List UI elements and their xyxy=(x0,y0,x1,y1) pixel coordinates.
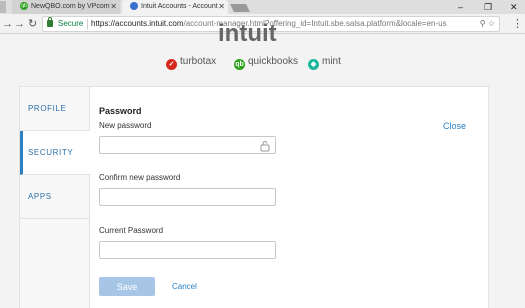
tab-strip: qb NewQBO.com by VPcom ✕ Intuit Accounts … xyxy=(0,0,525,14)
current-password-label: Current Password xyxy=(99,226,164,235)
intuit-logo: intuit xyxy=(218,20,277,47)
maximize-icon[interactable]: ❐ xyxy=(484,0,492,14)
reload-icon[interactable]: ↻ xyxy=(28,17,37,31)
new-password-label: New password xyxy=(99,121,152,130)
intuit-circle-icon xyxy=(130,2,138,11)
confirm-password-label: Confirm new password xyxy=(99,173,181,182)
sidebar-item-apps[interactable]: APPS xyxy=(20,175,90,219)
brand-strip: ✓ turbotax qb quickbooks ◆ mint xyxy=(0,56,525,70)
brand-quickbooks: qb quickbooks xyxy=(234,56,299,70)
divider xyxy=(87,19,88,29)
search-icon: ⚲ xyxy=(479,19,486,28)
chrome-menu-icon[interactable]: ⋮ xyxy=(512,17,523,30)
close-tab-icon[interactable]: ✕ xyxy=(110,0,117,14)
omnibox-actions[interactable]: ⚲ ☆ xyxy=(480,17,495,31)
back-arrow-icon[interactable]: → xyxy=(2,17,13,31)
cancel-link[interactable]: Cancel xyxy=(172,282,197,291)
quickbooks-icon: qb xyxy=(234,59,245,70)
tab-newqbo[interactable]: qb NewQBO.com by VPcom ✕ xyxy=(12,0,120,14)
qb-circle-icon: qb xyxy=(20,2,28,11)
confirm-password-input[interactable] xyxy=(99,188,276,206)
brand-turbotax: ✓ turbotax xyxy=(166,56,216,70)
sidebar: PROFILE SECURITY APPS xyxy=(20,87,91,308)
tab-label: Intuit Accounts - Account xyxy=(141,3,218,10)
section-title: Password xyxy=(99,106,142,116)
secure-label: Secure xyxy=(58,19,84,28)
brand-mint: ◆ mint xyxy=(308,56,341,70)
tab-intuit-accounts[interactable]: Intuit Accounts - Account ✕ xyxy=(122,0,228,14)
current-password-input[interactable] xyxy=(99,241,276,259)
minimize-icon[interactable]: – xyxy=(458,0,463,14)
account-card: PROFILE SECURITY APPS Password New passw… xyxy=(19,86,489,308)
window-edge xyxy=(0,1,6,13)
close-tab-icon[interactable]: ✕ xyxy=(218,0,225,14)
close-window-icon[interactable]: ✕ xyxy=(510,0,518,14)
close-link[interactable]: Close xyxy=(443,121,466,131)
sidebar-item-security[interactable]: SECURITY xyxy=(20,131,91,175)
save-button[interactable]: Save xyxy=(99,277,155,296)
star-icon: ☆ xyxy=(487,19,495,28)
forward-arrow-icon[interactable]: → xyxy=(14,17,25,31)
lock-icon xyxy=(47,17,53,27)
sidebar-item-profile[interactable]: PROFILE xyxy=(20,87,90,131)
turbotax-icon: ✓ xyxy=(166,59,177,70)
password-form: Password New password Close Confirm new … xyxy=(99,87,489,308)
new-password-input[interactable] xyxy=(99,136,276,154)
tab-label: NewQBO.com by VPcom xyxy=(31,3,110,10)
password-manager-icon[interactable] xyxy=(259,140,271,152)
mint-icon: ◆ xyxy=(308,59,319,70)
new-tab-button[interactable] xyxy=(230,4,250,12)
